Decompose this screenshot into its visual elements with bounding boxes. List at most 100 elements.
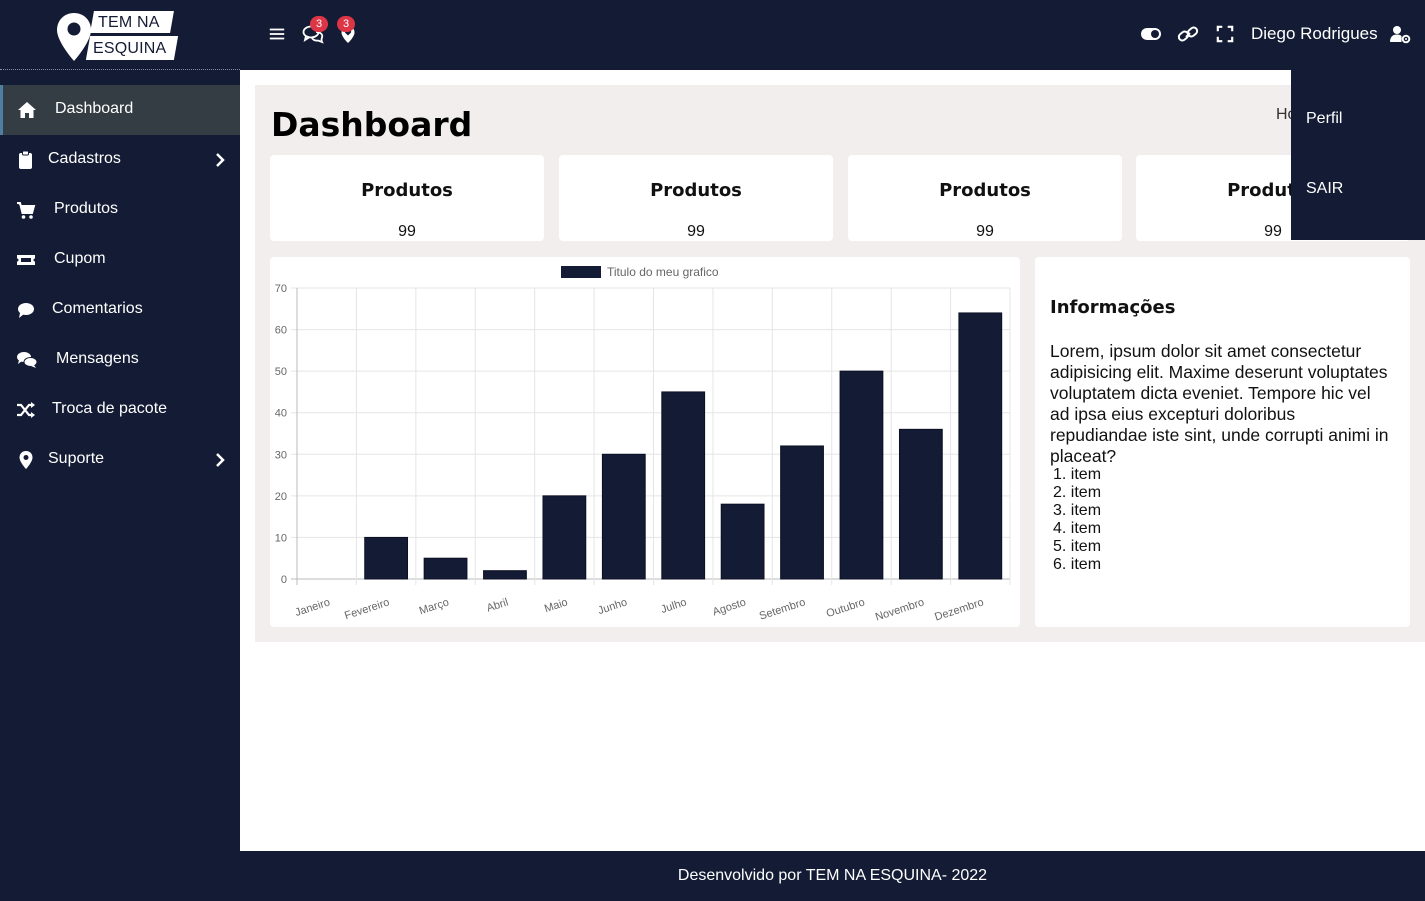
y-tick-label: 50 [275,366,287,378]
bar[interactable] [601,453,646,580]
footer-text: Desenvolvido por TEM NA ESQUINA- 2022 [677,867,988,884]
brand-logo[interactable]: TEM NA ESQUINA [56,10,184,64]
y-tick-label: 20 [275,491,287,503]
sidebar-item-label: Produtos [54,200,119,217]
x-tick-label: Maio [543,596,569,615]
bar[interactable] [839,370,884,580]
sidebar-item-cupom[interactable]: Cupom [0,235,240,285]
x-tick-label: Abril [485,596,510,614]
sidebar-item-label: Troca de pacote [52,400,168,417]
sidebar-item-suporte[interactable]: Suporte [0,435,240,485]
y-tick-label: 10 [275,532,287,544]
y-tick-label: 40 [275,408,287,420]
user-settings-icon[interactable] [1389,24,1411,44]
sidebar-item-mensagens[interactable]: Mensagens [0,335,240,385]
x-tick-label: Março [418,596,451,617]
sidebar-item-label: Dashboard [55,100,134,117]
legend-swatch [561,266,601,278]
x-tick-label: Junho [596,596,628,617]
bar-chart: 0 10 20 30 40 50 60 70 Janeiro Fevereiro Março Abri… [275,265,1011,624]
brand-area: TEM NA ESQUINA [0,0,240,70]
sidebar-item-cadastros[interactable]: Cadastros [0,135,240,185]
sidebar-item-label: Mensagens [56,350,139,367]
info-list: 1. item 2. item 3. item 4. item 5. item … [1053,466,1101,574]
messages-badge: 3 [310,16,328,32]
clipboard-icon [19,150,32,169]
list-item: 3. item [1053,502,1102,519]
sidebar-item-comentarios[interactable]: Comentarios [0,285,240,335]
sidebar-item-dashboard[interactable]: Dashboard [0,85,240,135]
sidebar-item-label: Comentarios [52,300,143,317]
comment-icon [18,303,34,318]
sidebar-item-label: Suporte [48,450,105,467]
stat-card-value: 99 [398,223,416,240]
x-tick-label: Setembro [758,596,807,622]
stat-card-value: 99 [687,223,705,240]
list-item: 4. item [1053,520,1102,537]
info-panel: Informações Lorem, ipsum dolor sit amet … [1035,257,1410,627]
bar[interactable] [542,495,587,580]
list-item: 1. item [1053,466,1102,483]
ticket-icon [17,255,35,265]
chart-panel: 0 10 20 30 40 50 60 70 Janeiro Fevereiro Março Abri… [270,257,1020,627]
list-item: 6. item [1053,556,1102,573]
dropdown-item-perfil[interactable]: Perfil [1306,110,1342,128]
stat-card-title: Produtos [650,180,742,201]
bar[interactable] [958,312,1003,580]
chevron-right-icon [216,153,225,167]
sidebar-item-produtos[interactable]: Produtos [0,185,240,235]
stat-card-value: 99 [976,223,994,240]
bar[interactable] [898,428,943,580]
fullscreen-icon[interactable] [1216,24,1234,44]
bar[interactable] [661,391,706,580]
user-name[interactable]: Diego Rodrigues [1251,24,1378,44]
link-icon[interactable] [1177,24,1199,44]
logo-text-line1: TEM NA [98,14,160,31]
bar[interactable] [483,570,527,580]
info-title: Informações [1050,297,1176,318]
toggle-theme-icon[interactable] [1140,24,1162,44]
stat-card: Produtos 99 [270,155,544,241]
x-tick-label: Julho [659,596,688,616]
map-marker-icon [19,451,33,469]
home-icon [18,102,36,118]
chevron-right-icon [216,453,225,467]
stat-card: Produtos 99 [848,155,1122,241]
topbar: 3 3 Diego Rodrigues [240,0,1425,70]
sidebar: TEM NA ESQUINA Dashboard Cadastros Produ… [0,0,240,901]
x-tick-label: Dezembro [933,596,985,623]
sidebar-item-troca-de-pacote[interactable]: Troca de pacote [0,385,240,435]
hamburger-menu-icon[interactable] [268,24,286,44]
x-tick-label: Janeiro [294,596,332,619]
y-tick-label: 30 [275,449,287,461]
user-dropdown-menu: Perfil SAIR [1291,70,1425,240]
stat-card: Produtos 99 [559,155,833,241]
x-tick-label: Outubro [825,596,867,620]
y-tick-label: 70 [275,283,287,295]
bar[interactable] [720,503,765,580]
x-tick-label: Fevereiro [343,596,391,622]
shuffle-icon [17,402,35,418]
list-item: 5. item [1053,538,1102,555]
y-tick-label: 0 [281,574,287,586]
notifications-badge: 3 [337,16,355,32]
sidebar-menu: Dashboard Cadastros Produtos Cupom Comen… [0,85,240,485]
bar[interactable] [423,557,468,580]
y-tick-label: 60 [275,325,287,337]
comments-icon [17,352,38,368]
info-text: Lorem, ipsum dolor sit amet consectetur … [1050,341,1389,466]
stat-card-title: Produtos [361,180,453,201]
logo-text-line2: ESQUINA [93,40,167,57]
app-root: TEM NA ESQUINA Dashboard Cadastros Produ… [0,0,1425,901]
sidebar-item-label: Cupom [54,250,106,267]
footer: Desenvolvido por TEM NA ESQUINA- 2022 [240,851,1425,901]
sidebar-item-label: Cadastros [48,150,121,167]
list-item: 2. item [1053,484,1102,501]
page-title: Dashboard [271,105,473,144]
bar[interactable] [364,536,409,580]
bar[interactable] [780,445,824,580]
stat-card-title: Produtos [939,180,1031,201]
legend-label: Titulo do meu grafico [607,265,719,279]
x-tick-label: Agosto [711,596,747,618]
dropdown-item-sair[interactable]: SAIR [1306,180,1343,198]
